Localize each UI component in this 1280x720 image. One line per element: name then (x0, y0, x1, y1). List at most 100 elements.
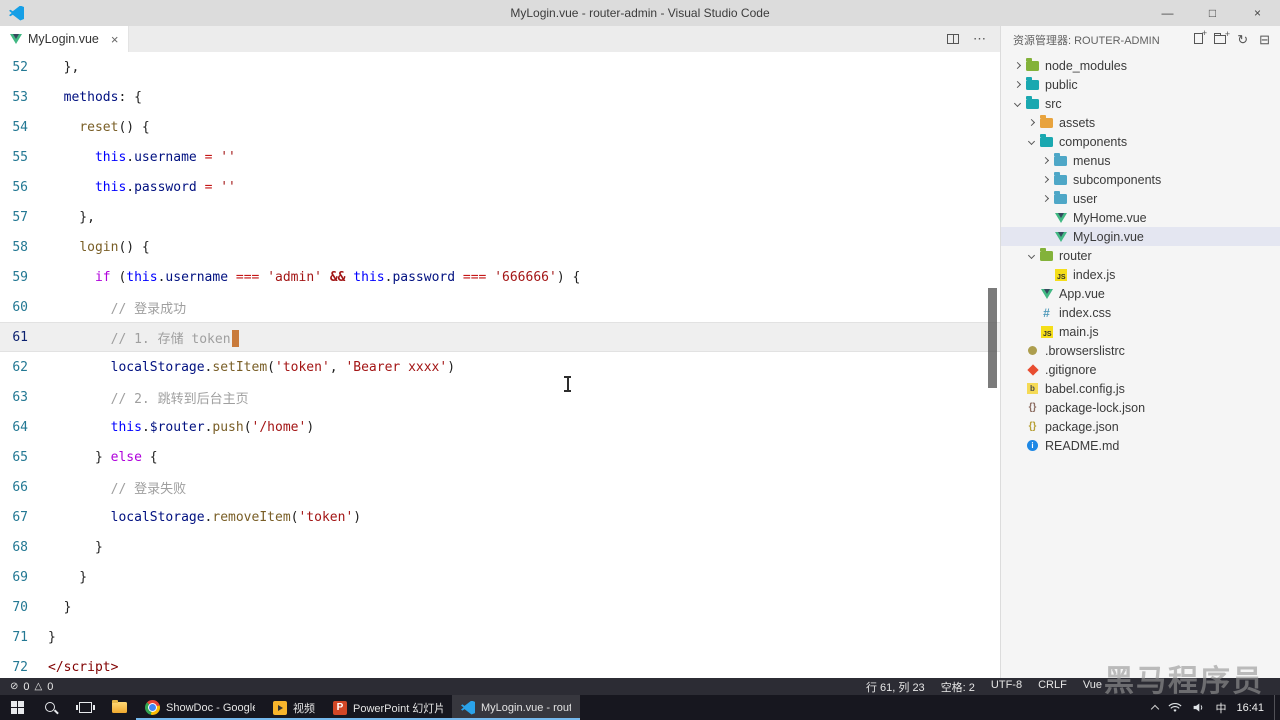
task-view-button[interactable] (68, 695, 102, 720)
chevron-right-icon[interactable] (1011, 80, 1024, 89)
code-line-59[interactable]: 59 if (this.username === 'admin' && this… (0, 262, 1000, 292)
chevron-down-icon[interactable] (1025, 251, 1038, 260)
tray-expand-icon[interactable] (1151, 704, 1160, 714)
status-item-0[interactable]: 行 61, 列 23 (866, 679, 925, 695)
close-button[interactable]: × (1235, 0, 1280, 26)
code-line-57[interactable]: 57 }, (0, 202, 1000, 232)
code-line-70[interactable]: 70 } (0, 592, 1000, 622)
tree-item-myhome-vue[interactable]: MyHome.vue (1001, 208, 1280, 227)
taskbar-video[interactable]: 视频 (264, 695, 324, 720)
chevron-down-icon[interactable] (1025, 137, 1038, 146)
volume-icon[interactable] (1192, 701, 1205, 714)
code-editor[interactable]: 52 }, 53 methods: {54 reset() {55 this.us… (0, 52, 1000, 678)
status-item-2[interactable]: UTF-8 (991, 679, 1022, 695)
search-button[interactable] (34, 695, 68, 720)
status-right: 行 61, 列 23 空格: 2 UTF-8 CRLF Vue (866, 679, 1270, 695)
code-line-56[interactable]: 56 this.password = '' (0, 172, 1000, 202)
code-text: } else { (48, 450, 158, 465)
status-item-3[interactable]: CRLF (1038, 679, 1067, 695)
tree-item-menus[interactable]: menus (1001, 151, 1280, 170)
taskbar-chrome[interactable]: ShowDoc - Google ... (136, 695, 264, 720)
code-line-65[interactable]: 65 } else { (0, 442, 1000, 472)
tree-item-router[interactable]: router (1001, 246, 1280, 265)
tree-item-label: MyLogin.vue (1073, 229, 1144, 244)
code-line-64[interactable]: 64 this.$router.push('/home') (0, 412, 1000, 442)
tab-mylogin-vue[interactable]: MyLogin.vue × (0, 26, 130, 52)
chevron-right-icon[interactable] (1039, 194, 1052, 203)
code-line-66[interactable]: 66 // 登录失败 (0, 472, 1000, 502)
new-folder-glyph (1214, 29, 1230, 44)
folder-icon (1024, 58, 1041, 71)
refresh-icon[interactable]: ↻ (1237, 32, 1248, 48)
taskbar-apps: ShowDoc - Google ... 视频 PowerPoint 幻灯片... M… (136, 695, 580, 720)
code-line-61[interactable]: 61 // 1. 存储 token (0, 322, 1000, 352)
tree-item-assets[interactable]: assets (1001, 113, 1280, 132)
code-line-58[interactable]: 58 login() { (0, 232, 1000, 262)
code-token: else (110, 449, 142, 465)
chevron-right-icon[interactable] (1025, 118, 1038, 127)
tree-item-index-js[interactable]: JS index.js (1001, 265, 1280, 284)
wifi-icon[interactable] (1168, 702, 1182, 714)
tree-item-app-vue[interactable]: App.vue (1001, 284, 1280, 303)
code-line-71[interactable]: 71} (0, 622, 1000, 652)
tree-item--browserslistrc[interactable]: .browserslistrc (1001, 341, 1280, 360)
code-line-69[interactable]: 69 } (0, 562, 1000, 592)
file-explorer-button[interactable] (102, 695, 136, 720)
code-token: } (48, 569, 88, 585)
tree-item-mylogin-vue[interactable]: MyLogin.vue (1001, 227, 1280, 246)
editor-more-icon[interactable]: ⋯ (973, 31, 986, 47)
code-line-53[interactable]: 53 methods: { (0, 82, 1000, 112)
status-item-1[interactable]: 空格: 2 (941, 679, 975, 695)
code-token: } (48, 449, 111, 465)
taskbar-clock[interactable]: 16:41 (1236, 702, 1264, 714)
code-line-63[interactable]: 63 // 2. 跳转到后台主页 (0, 382, 1000, 412)
code-line-52[interactable]: 52 }, (0, 52, 1000, 82)
tree-item-user[interactable]: user (1001, 189, 1280, 208)
folder-icon (1024, 77, 1041, 90)
tree-item-package-json[interactable]: {} package.json (1001, 417, 1280, 436)
tree-item-node-modules[interactable]: node_modules (1001, 56, 1280, 75)
tree-item-components[interactable]: components (1001, 132, 1280, 151)
tree-item-babel-config-js[interactable]: b babel.config.js (1001, 379, 1280, 398)
tree-item-subcomponents[interactable]: subcomponents (1001, 170, 1280, 189)
code-line-67[interactable]: 67 localStorage.removeItem('token') (0, 502, 1000, 532)
chevron-right-icon[interactable] (1039, 156, 1052, 165)
tree-item-index-css[interactable]: # index.css (1001, 303, 1280, 322)
tab-close-icon[interactable]: × (111, 32, 119, 47)
chevron-down-icon[interactable] (1011, 99, 1024, 108)
problems-indicator[interactable]: ⊘ 0 △ 0 (10, 681, 53, 693)
taskbar-powerpoint[interactable]: PowerPoint 幻灯片... (324, 695, 452, 720)
taskbar-vscode[interactable]: MyLogin.vue - rout... (452, 695, 580, 720)
minimize-button[interactable]: — (1145, 0, 1190, 26)
tree-item-package-lock-json[interactable]: {} package-lock.json (1001, 398, 1280, 417)
code-token: : { (118, 89, 142, 105)
code-line-60[interactable]: 60 // 登录成功 (0, 292, 1000, 322)
tree-item-readme-md[interactable]: i README.md (1001, 436, 1280, 455)
code-line-68[interactable]: 68 } (0, 532, 1000, 562)
explorer-sidebar: 资源管理器: ROUTER-ADMIN ↻ ⊟ node_modulespubl… (1000, 26, 1280, 678)
chevron-right-icon[interactable] (1039, 175, 1052, 184)
tree-item-main-js[interactable]: JS main.js (1001, 322, 1280, 341)
status-item-4[interactable]: Vue (1083, 679, 1102, 695)
line-number: 59 (12, 269, 28, 285)
new-file-icon[interactable] (1194, 28, 1207, 47)
ime-indicator[interactable]: 中 (1215, 700, 1226, 716)
split-editor-icon[interactable] (947, 34, 959, 44)
code-line-55[interactable]: 55 this.username = '' (0, 142, 1000, 172)
new-folder-icon[interactable] (1214, 29, 1230, 47)
editor-scrollbar[interactable] (988, 288, 997, 388)
code-line-62[interactable]: 62 localStorage.setItem('token', 'Bearer… (0, 352, 1000, 382)
collapse-all-icon[interactable]: ⊟ (1259, 32, 1270, 48)
show-desktop-button[interactable] (1274, 695, 1278, 720)
tree-item--gitignore[interactable]: .gitignore (1001, 360, 1280, 379)
code-token: this (94, 149, 127, 165)
code-line-72[interactable]: 72 </script> (0, 652, 1000, 678)
tree-item-public[interactable]: public (1001, 75, 1280, 94)
tree-item-src[interactable]: src (1001, 94, 1280, 113)
maximize-button[interactable]: □ (1190, 0, 1235, 26)
code-line-54[interactable]: 54 reset() { (0, 112, 1000, 142)
start-button[interactable] (0, 695, 34, 720)
chevron-right-icon[interactable] (1011, 61, 1024, 70)
